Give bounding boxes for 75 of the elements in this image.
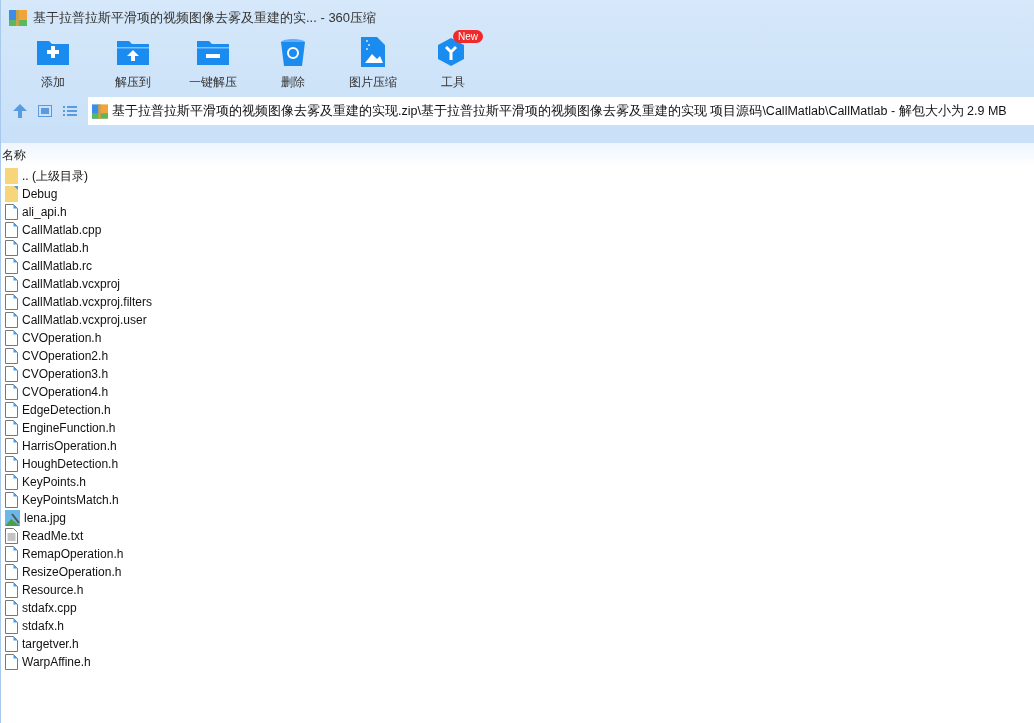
- file-icon: [5, 312, 18, 328]
- file-name[interactable]: CallMatlab.rc: [22, 259, 93, 273]
- file-name[interactable]: EngineFunction.h: [22, 421, 116, 435]
- file-name[interactable]: EdgeDetection.h: [22, 403, 111, 417]
- folder-icon: [5, 168, 18, 184]
- file-icon: [5, 582, 18, 598]
- file-name[interactable]: CallMatlab.cpp: [22, 223, 102, 237]
- file-name[interactable]: HoughDetection.h: [22, 457, 119, 471]
- file-icon: [5, 402, 18, 418]
- address-bar[interactable]: 基于拉普拉斯平滑项的视频图像去雾及重建的实现.zip\基于拉普拉斯平滑项的视频图像去雾及重建的实现 项目源码\CallMatlab\CallMatlab - 解包大小为 2.9 MB: [88, 97, 1034, 125]
- column-header[interactable]: 名称: [1, 146, 26, 164]
- file-icon: [5, 564, 18, 580]
- file-name[interactable]: WarpAffine.h: [22, 655, 91, 669]
- file-name[interactable]: CVOperation3.h: [22, 367, 109, 381]
- file-name[interactable]: ReadMe.txt: [22, 529, 84, 543]
- file-name[interactable]: KeyPoints.h: [22, 475, 87, 489]
- file-name[interactable]: CallMatlab.vcxproj.user: [22, 313, 147, 327]
- file-name[interactable]: ResizeOperation.h: [22, 565, 122, 579]
- image-icon: [5, 510, 20, 526]
- file-icon: [5, 240, 18, 256]
- file-icon: [5, 420, 18, 436]
- file-name[interactable]: KeyPointsMatch.h: [22, 493, 119, 507]
- file-icon: [5, 546, 18, 562]
- file-name[interactable]: .. (上级目录): [22, 167, 88, 185]
- file-icon: [5, 258, 18, 274]
- file-name[interactable]: stdafx.cpp: [22, 601, 77, 615]
- file-icon: [5, 204, 18, 220]
- new-badge: New: [453, 30, 483, 43]
- toolbar-button[interactable]: 删除: [253, 34, 333, 93]
- file-icon: [5, 492, 18, 508]
- image-file-icon: [361, 37, 385, 67]
- file-name[interactable]: lena.jpg: [24, 511, 67, 525]
- file-icon: [5, 348, 18, 364]
- file-name[interactable]: CallMatlab.h: [22, 241, 89, 255]
- text-file-icon: [5, 528, 18, 544]
- file-icon: [5, 276, 18, 292]
- file-icon: [5, 222, 18, 238]
- file-name[interactable]: CVOperation2.h: [22, 349, 109, 363]
- list-view-icon[interactable]: [63, 105, 77, 117]
- file-icon: [5, 456, 18, 472]
- folder-plus-icon: [37, 39, 69, 65]
- toolbar-button[interactable]: 一键解压: [173, 34, 253, 93]
- address-path: 基于拉普拉斯平滑项的视频图像去雾及重建的实现.zip\基于拉普拉斯平滑项的视频图像去雾及重建的实现 项目源码\CallMatlab\CallMatlab - 解包大小为 2.9 MB: [112, 102, 1007, 120]
- toolbar-button[interactable]: 解压到: [93, 34, 173, 93]
- file-name[interactable]: stdafx.h: [22, 619, 65, 633]
- file-name[interactable]: CVOperation.h: [22, 331, 102, 345]
- folder-icon: [5, 186, 18, 202]
- window-title: 基于拉普拉斯平滑项的视频图像去雾及重建的实... - 360压缩: [33, 9, 377, 27]
- file-icon: [5, 636, 18, 652]
- file-icon: [5, 294, 18, 310]
- recycle-bin-icon: [280, 38, 306, 66]
- up-arrow-icon[interactable]: [13, 104, 27, 118]
- file-name[interactable]: targetver.h: [22, 637, 79, 651]
- toolbar-button[interactable]: 添加: [13, 34, 93, 93]
- file-name[interactable]: CallMatlab.vcxproj.filters: [22, 295, 153, 309]
- file-name[interactable]: ali_api.h: [22, 205, 67, 219]
- file-name[interactable]: CVOperation4.h: [22, 385, 109, 399]
- archive-icon: [92, 103, 108, 119]
- file-icon: [5, 474, 18, 490]
- archive-icon: [9, 10, 27, 26]
- file-icon: [5, 384, 18, 400]
- file-icon: [5, 618, 18, 634]
- thumbnail-view-icon[interactable]: [38, 105, 52, 117]
- file-name[interactable]: Resource.h: [22, 583, 84, 597]
- file-icon: [5, 330, 18, 346]
- file-name[interactable]: HarrisOperation.h: [22, 439, 117, 453]
- file-icon: [5, 600, 18, 616]
- file-icon: [5, 438, 18, 454]
- file-icon: [5, 366, 18, 382]
- folder-minus-icon: [197, 39, 229, 65]
- file-name[interactable]: RemapOperation.h: [22, 547, 124, 561]
- folder-upload-icon: [117, 39, 149, 65]
- file-name[interactable]: Debug: [22, 187, 58, 201]
- file-name[interactable]: CallMatlab.vcxproj: [22, 277, 121, 291]
- toolbar-button[interactable]: 图片压缩: [333, 34, 413, 93]
